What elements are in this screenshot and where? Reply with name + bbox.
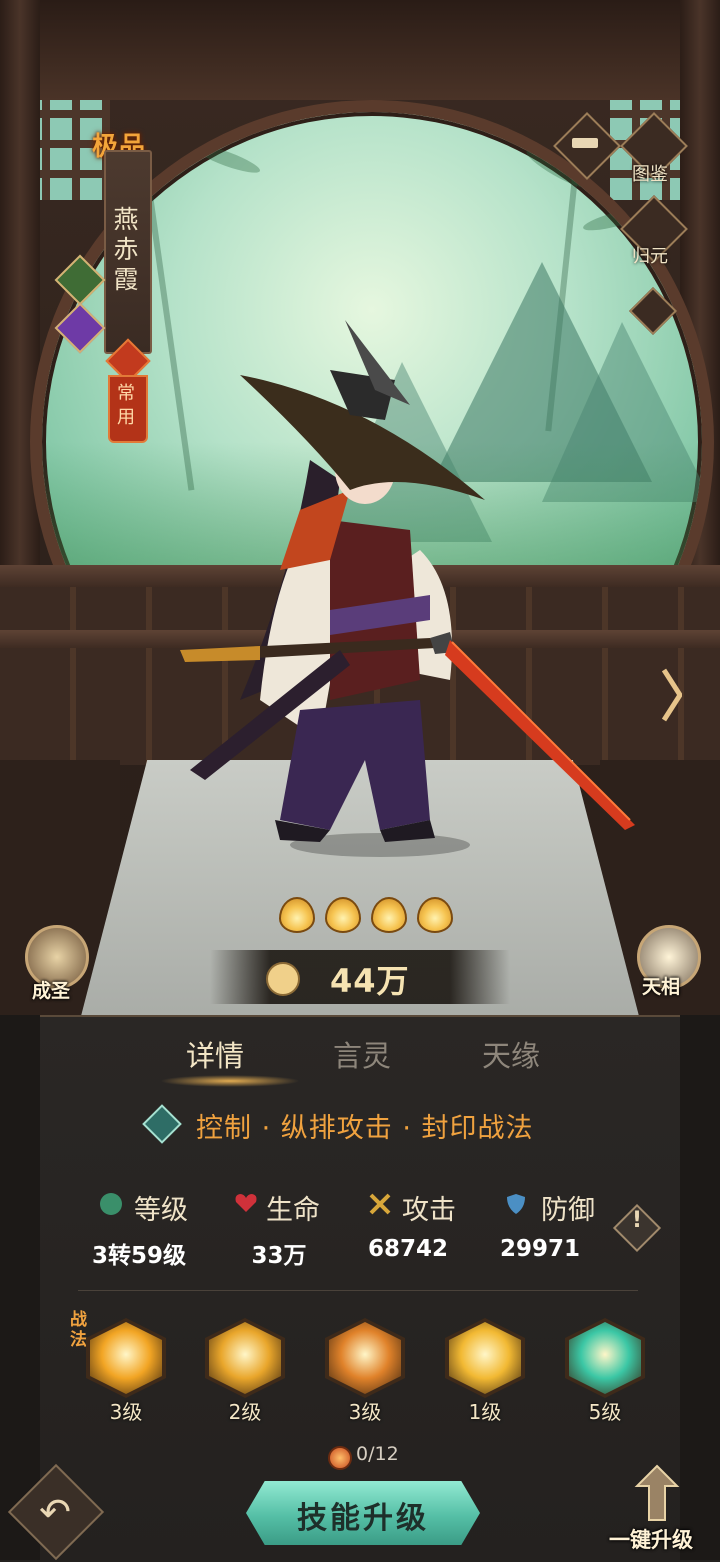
orb-icon xyxy=(328,1446,352,1470)
star-rating xyxy=(279,897,453,937)
skill-level: 2级 xyxy=(228,1400,262,1424)
level-icon xyxy=(100,1193,122,1215)
stat-level-value: 3转59级 xyxy=(91,1243,186,1269)
stat-defense-label: 防御 xyxy=(541,1195,595,1226)
skill-upgrade-label: 技能升级 xyxy=(297,1501,429,1536)
skill-level: 3级 xyxy=(109,1400,143,1424)
scroll-icon-glyph xyxy=(572,138,598,148)
stat-level-label: 等级 xyxy=(134,1195,188,1226)
star-flame-icon xyxy=(371,897,407,933)
power-icon xyxy=(266,962,300,996)
bamboo-leaf xyxy=(191,140,263,178)
detail-panel xyxy=(0,1015,720,1562)
heavenly-label: 天相 xyxy=(642,976,681,998)
divider xyxy=(78,1290,638,1291)
one-click-upgrade-icon[interactable] xyxy=(632,1464,682,1524)
stat-hp-value: 33万 xyxy=(251,1243,307,1269)
hero-scene: 极品 燕赤霞 常用 图鉴 归元 成圣 天相 44万 xyxy=(0,0,720,1015)
heart-icon xyxy=(234,1193,258,1213)
stat-attack-label: 攻击 xyxy=(402,1195,456,1226)
archive-label: 图鉴 xyxy=(632,164,668,185)
skill-level: 3级 xyxy=(348,1400,382,1424)
swords-icon xyxy=(369,1193,391,1215)
star-flame-icon xyxy=(279,897,315,933)
back-arrow-icon: ↶ xyxy=(39,1490,71,1534)
seal-icon[interactable] xyxy=(565,1318,645,1398)
yin-yang-icon[interactable] xyxy=(445,1318,525,1398)
roof-beam xyxy=(0,0,720,100)
star-flame-icon xyxy=(417,897,453,933)
stat-attack-value: 68742 xyxy=(367,1236,449,1262)
one-click-upgrade-label: 一键升级 xyxy=(609,1528,693,1552)
skill-level: 5级 xyxy=(588,1400,622,1424)
role-tags: 控制 · 纵排攻击 · 封印战法 xyxy=(196,1113,534,1144)
common-tag-label: 常用 xyxy=(117,383,135,428)
skill-level: 1级 xyxy=(468,1400,502,1424)
stat-defense-value: 29971 xyxy=(499,1236,581,1262)
combat-power: 44万 xyxy=(330,962,410,1000)
sword-slash-icon[interactable] xyxy=(205,1318,285,1398)
tab-fate[interactable]: 天缘 xyxy=(482,1033,540,1075)
talisman-icon[interactable] xyxy=(86,1318,166,1398)
tab-details[interactable]: 详情 xyxy=(186,1033,244,1075)
next-hero-arrow-icon[interactable] xyxy=(662,668,682,722)
star-flame-icon xyxy=(325,897,361,933)
panel-edge-right xyxy=(680,1015,720,1560)
hero-character[interactable] xyxy=(180,320,640,860)
shield-icon xyxy=(505,1193,527,1215)
return-label: 归元 xyxy=(632,246,668,267)
info-icon: ! xyxy=(631,1208,643,1233)
active-tab-indicator xyxy=(160,1075,300,1087)
cards-icon[interactable] xyxy=(325,1318,405,1398)
panel-edge-left xyxy=(0,1015,40,1560)
material-count: 0/12 xyxy=(356,1443,399,1465)
ascend-label: 成圣 xyxy=(32,980,71,1002)
tab-spirit-words[interactable]: 言灵 xyxy=(333,1033,391,1075)
hero-name: 燕赤霞 xyxy=(113,205,139,294)
stat-hp-label: 生命 xyxy=(266,1195,320,1226)
